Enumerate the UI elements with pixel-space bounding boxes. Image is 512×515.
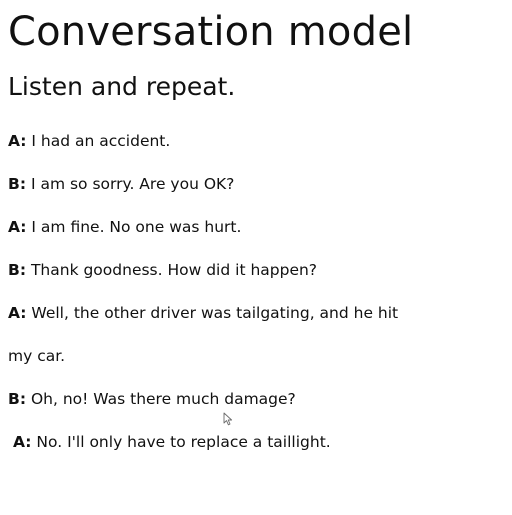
dialogue-text: No. I'll only have to replace a tailligh… xyxy=(36,433,331,451)
dialogue-text: my car. xyxy=(8,347,66,365)
speaker-label: A: xyxy=(8,218,27,236)
mouse-pointer-icon xyxy=(223,412,233,426)
speaker-label: B: xyxy=(8,390,27,408)
dialogue-line-continuation: my car. xyxy=(8,345,65,367)
dialogue-text: I am so sorry. Are you OK? xyxy=(30,175,235,193)
dialogue-text: I am fine. No one was hurt. xyxy=(31,218,242,236)
slide: Conversation model Listen and repeat. A:… xyxy=(0,0,512,515)
dialogue-line: B: Thank goodness. How did it happen? xyxy=(8,259,317,281)
dialogue-line: A: I had an accident. xyxy=(8,130,170,152)
speaker-label: A: xyxy=(8,132,27,150)
speaker-label: A: xyxy=(13,433,32,451)
dialogue-text: Oh, no! Was there much damage? xyxy=(30,390,296,408)
dialogue-line: A: No. I'll only have to replace a taill… xyxy=(13,431,331,453)
speaker-label: B: xyxy=(8,261,27,279)
dialogue-line: A: Well, the other driver was tailgating… xyxy=(8,302,398,324)
speaker-label: B: xyxy=(8,175,27,193)
dialogue-line: B: I am so sorry. Are you OK? xyxy=(8,173,234,195)
dialogue-line: B: Oh, no! Was there much damage? xyxy=(8,388,296,410)
speaker-label: A: xyxy=(8,304,27,322)
dialogue-text: Well, the other driver was tailgating, a… xyxy=(31,304,399,322)
dialogue-text: I had an accident. xyxy=(31,132,171,150)
page-title: Conversation model xyxy=(8,9,414,55)
dialogue-text: Thank goodness. How did it happen? xyxy=(30,261,318,279)
dialogue-line: A: I am fine. No one was hurt. xyxy=(8,216,241,238)
page-subtitle: Listen and repeat. xyxy=(8,72,236,101)
